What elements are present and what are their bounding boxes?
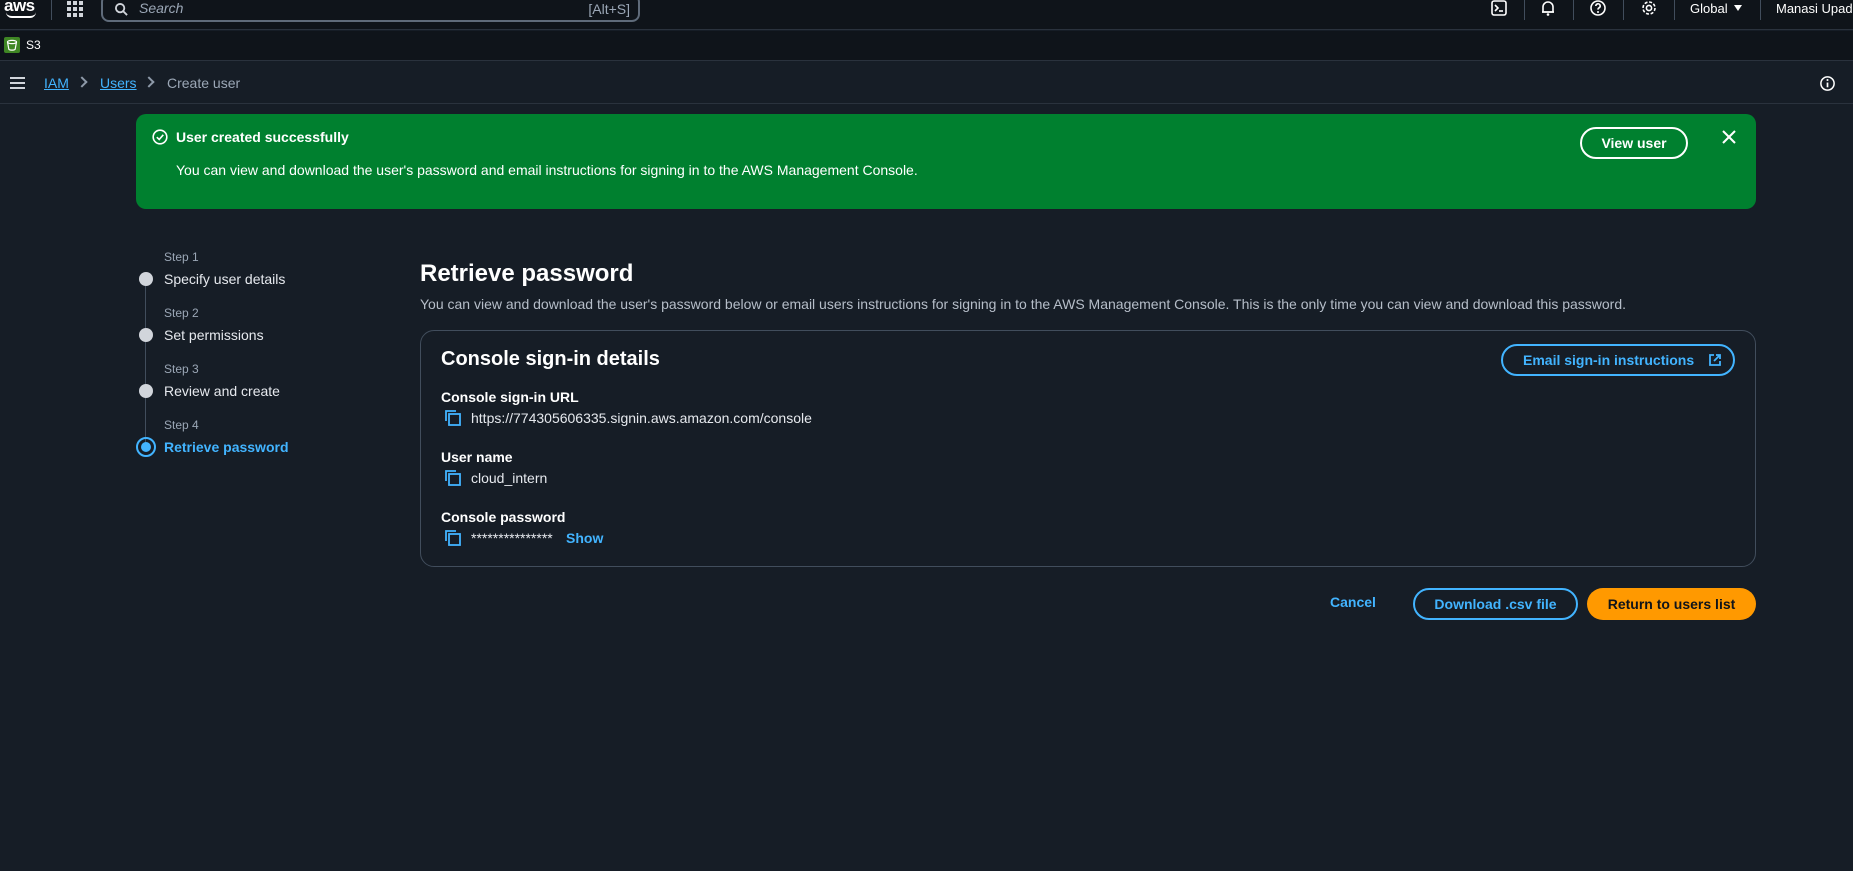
chevron-right-icon [76,76,88,88]
view-user-button[interactable]: View user [1580,127,1688,159]
aws-logo[interactable]: aws [4,0,38,22]
search-shortcut: [Alt+S] [588,1,630,17]
nav-divider [51,0,52,20]
step-4[interactable]: Step 4 Retrieve password [136,418,396,468]
cloudshell-icon[interactable] [1490,0,1508,17]
success-flash: User created successfully You can view a… [136,114,1756,209]
nav-divider [1623,0,1624,20]
region-selector[interactable]: Global [1690,1,1742,16]
download-csv-button[interactable]: Download .csv file [1413,588,1578,620]
page-title: Retrieve password [420,260,634,287]
step-dot-icon [139,384,153,398]
nav-divider [1573,0,1574,20]
breadcrumb-iam[interactable]: IAM [44,75,69,91]
search-box[interactable]: [Alt+S] [101,0,640,22]
external-link-icon [1709,354,1721,366]
field-label-username: User name [441,449,513,465]
region-label: Global [1690,1,1728,16]
step-active-icon [136,437,156,457]
step-2[interactable]: Step 2 Set permissions [136,306,396,356]
s3-icon[interactable] [4,37,20,53]
field-label-url: Console sign-in URL [441,389,579,405]
menu-icon[interactable] [10,77,25,89]
step-number: Step 4 [164,418,199,432]
return-to-users-button[interactable]: Return to users list [1587,588,1756,620]
container-title: Console sign-in details [441,348,660,370]
step-label: Specify user details [164,271,286,287]
step-label: Set permissions [164,327,264,343]
nav-divider [1524,0,1525,20]
copy-icon[interactable] [444,409,462,427]
close-icon[interactable] [1722,130,1736,144]
top-navigation: aws [Alt+S] Global Manasi Upadh [0,0,1853,30]
bell-icon[interactable] [1539,0,1557,17]
step-dot-icon [139,328,153,342]
help-icon[interactable] [1589,0,1607,17]
nav-divider [1760,0,1761,20]
sign-in-details-container: Console sign-in details Email sign-in in… [420,330,1756,567]
service-bar: S3 [0,31,1853,61]
gear-icon[interactable] [1640,0,1658,17]
step-number: Step 1 [164,250,199,264]
wizard-steps: Step 1 Specify user details Step 2 Set p… [136,250,396,470]
step-3[interactable]: Step 3 Review and create [136,362,396,412]
step-dot-icon [139,272,153,286]
page-description: You can view and download the user's pas… [420,296,1627,312]
info-icon[interactable] [1819,75,1836,92]
copy-icon[interactable] [444,529,462,547]
copy-icon[interactable] [444,469,462,487]
step-1[interactable]: Step 1 Specify user details [136,250,396,300]
field-label-password: Console password [441,509,566,525]
search-input[interactable] [139,0,519,17]
username-value: cloud_intern [471,470,548,486]
step-number: Step 3 [164,362,199,376]
services-grid-icon[interactable] [67,1,83,17]
breadcrumb-bar: IAM Users Create user [0,62,1853,104]
show-password-link[interactable]: Show [566,530,603,546]
breadcrumb-users[interactable]: Users [100,75,137,91]
step-number: Step 2 [164,306,199,320]
service-shortcut-s3[interactable]: S3 [26,38,41,52]
email-sign-in-button[interactable]: Email sign-in instructions [1501,344,1735,376]
success-check-icon [152,129,168,145]
bucket-icon [6,39,18,51]
flash-title: User created successfully [176,129,349,145]
account-menu[interactable]: Manasi Upadh [1776,1,1853,16]
email-button-label: Email sign-in instructions [1523,352,1695,368]
search-icon [115,3,128,16]
breadcrumb-current: Create user [167,75,241,91]
sign-in-url-value: https://774305606335.signin.aws.amazon.c… [471,410,812,426]
step-label: Review and create [164,383,280,399]
step-label: Retrieve password [164,439,289,455]
nav-divider [1674,0,1675,20]
cancel-button[interactable]: Cancel [1330,594,1376,610]
caret-down-icon [1733,5,1742,11]
chevron-right-icon [143,76,155,88]
flash-message: You can view and download the user's pas… [176,162,918,178]
password-value: *************** [471,530,553,546]
